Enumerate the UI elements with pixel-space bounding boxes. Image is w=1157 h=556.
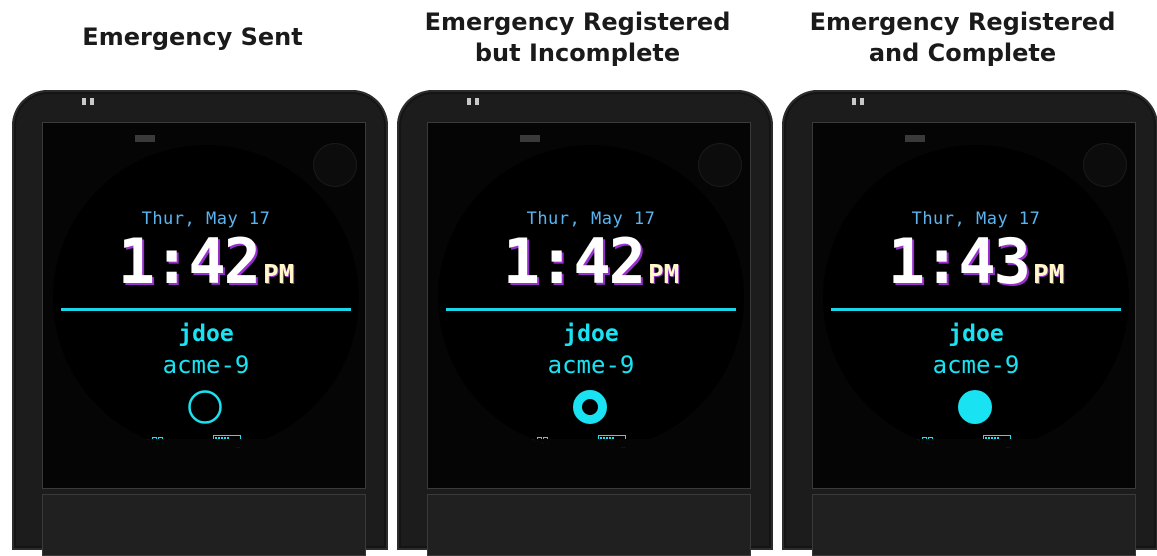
panel-caption: Emergency Registered and Complete <box>809 8 1116 67</box>
speaker-grille <box>467 98 471 105</box>
time-value: 1:43 <box>887 225 1031 298</box>
speaker-grille <box>82 98 86 105</box>
device-screen: Thur, May 17 1:42 PM jdoe acme-9 <box>427 122 751 489</box>
clock: 1:43 PM <box>823 231 1129 293</box>
username-label: jdoe <box>948 321 1004 347</box>
divider-line <box>61 308 351 311</box>
speaker-grille <box>90 98 94 105</box>
thick-ring-icon <box>573 390 607 424</box>
device-button[interactable] <box>812 494 1136 556</box>
panel-emergency-registered-complete: Emergency Registered and Complete Thur, … <box>770 0 1157 556</box>
face-bottom-edge <box>438 439 744 451</box>
device-screen: Thur, May 17 1:42 PM jdoe acme-9 <box>42 122 366 489</box>
camera-sensor <box>520 135 540 142</box>
watch-face: Thur, May 17 1:42 PM jdoe acme-9 <box>438 145 744 451</box>
device-button[interactable] <box>42 494 366 556</box>
clock: 1:42 PM <box>53 231 359 293</box>
clock: 1:42 PM <box>438 231 744 293</box>
divider-line <box>831 308 1121 311</box>
org-label: acme-9 <box>547 351 635 379</box>
device-button[interactable] <box>427 494 751 556</box>
panel-emergency-sent: Emergency Sent Thur, May 17 1:42 PM jdoe … <box>0 0 388 556</box>
watch-face: Thur, May 17 1:43 PM jdoe acme-9 <box>823 145 1129 451</box>
divider-line <box>446 308 736 311</box>
device-body: Thur, May 17 1:42 PM jdoe acme-9 <box>12 90 388 556</box>
device-body: Thur, May 17 1:43 PM jdoe acme-9 <box>782 90 1157 556</box>
light-sensor <box>313 143 357 187</box>
org-label: acme-9 <box>162 351 250 379</box>
speaker-grille <box>475 98 479 105</box>
filled-circle-icon <box>958 390 992 424</box>
panel-caption: Emergency Registered but Incomplete <box>424 8 731 67</box>
username-label: jdoe <box>178 321 234 347</box>
ampm-label: PM <box>1033 260 1065 290</box>
hollow-ring-icon <box>188 390 222 424</box>
time-value: 1:42 <box>502 225 646 298</box>
username-label: jdoe <box>563 321 619 347</box>
watch-face: Thur, May 17 1:42 PM jdoe acme-9 <box>53 145 359 451</box>
speaker-grille <box>852 98 856 105</box>
ampm-label: PM <box>648 260 680 290</box>
device-body: Thur, May 17 1:42 PM jdoe acme-9 <box>397 90 773 556</box>
face-bottom-edge <box>823 439 1129 451</box>
camera-sensor <box>905 135 925 142</box>
ampm-label: PM <box>263 260 295 290</box>
camera-sensor <box>135 135 155 142</box>
light-sensor <box>698 143 742 187</box>
panel-caption: Emergency Sent <box>82 23 303 51</box>
panel-emergency-registered-incomplete: Emergency Registered but Incomplete Thur… <box>385 0 773 556</box>
light-sensor <box>1083 143 1127 187</box>
face-bottom-edge <box>53 439 359 451</box>
device-screen: Thur, May 17 1:43 PM jdoe acme-9 <box>812 122 1136 489</box>
speaker-grille <box>860 98 864 105</box>
time-value: 1:42 <box>117 225 261 298</box>
org-label: acme-9 <box>932 351 1020 379</box>
